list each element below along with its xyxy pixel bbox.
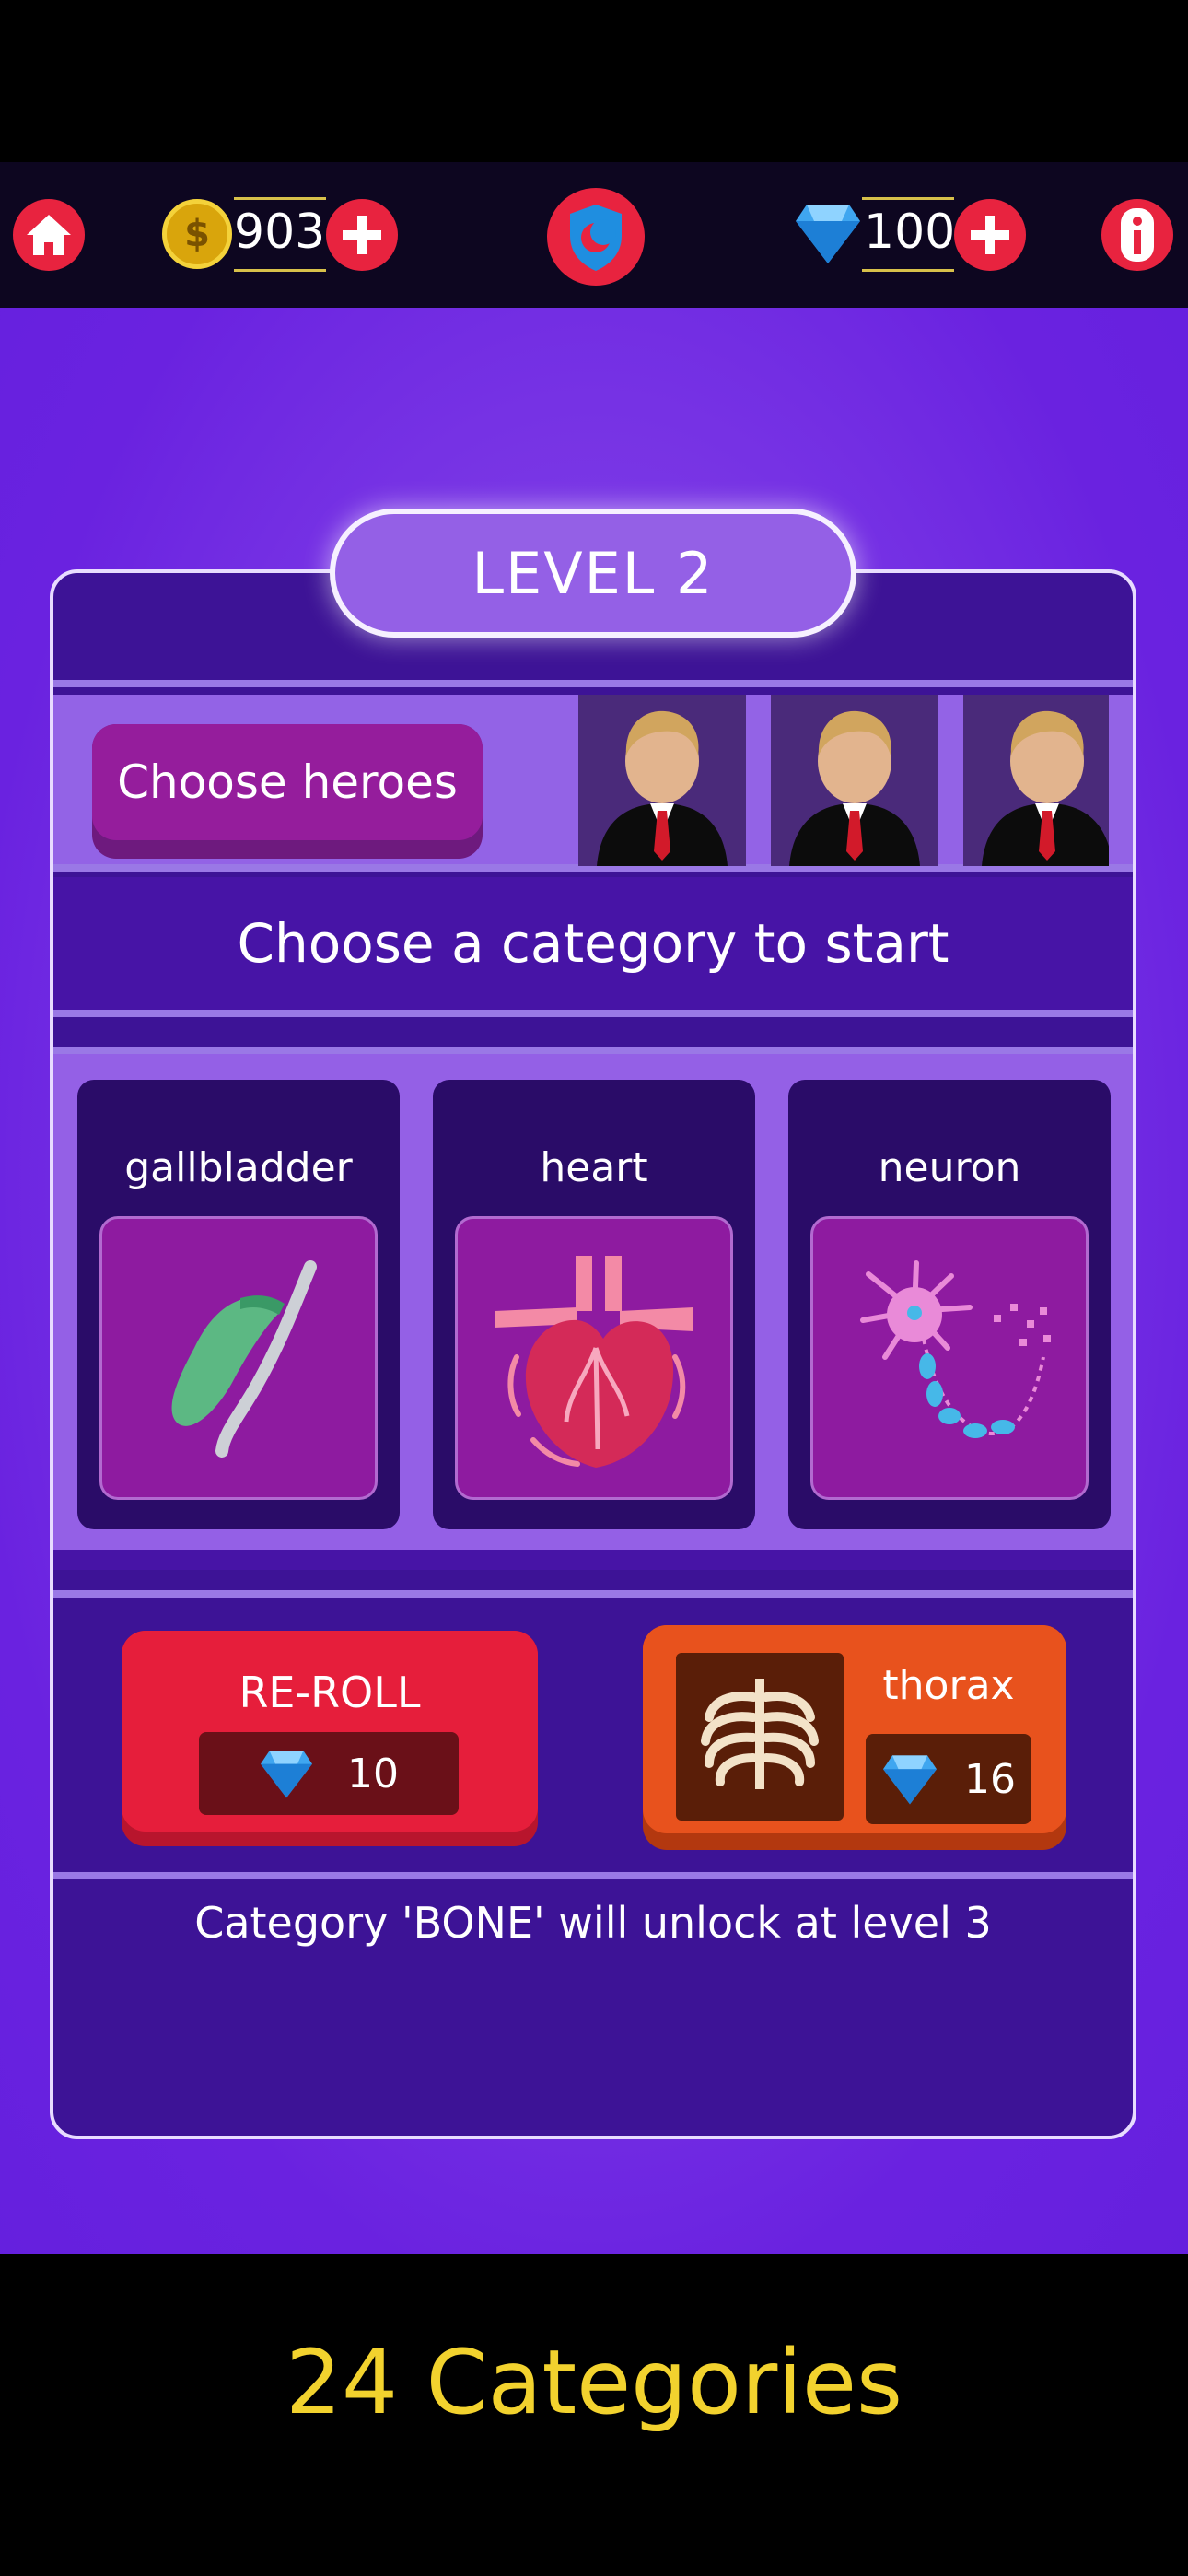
shield-button[interactable] — [547, 188, 645, 286]
info-icon — [1121, 208, 1154, 262]
businessman-avatar-icon — [982, 710, 1109, 866]
hero-slot[interactable] — [578, 695, 746, 866]
divider — [53, 1872, 1133, 1879]
thorax-cost: 16 — [964, 1755, 1016, 1803]
add-gems-button[interactable] — [954, 199, 1026, 271]
info-button[interactable] — [1101, 199, 1173, 271]
reroll-label: RE-ROLL — [239, 1668, 421, 1717]
choose-heroes-button[interactable]: Choose heroes — [92, 724, 483, 859]
level-title: LEVEL 2 — [330, 509, 856, 638]
add-coins-button[interactable] — [326, 199, 398, 271]
bonus-category-thorax-button[interactable]: thorax 16 — [643, 1625, 1066, 1850]
thorax-price: 16 — [866, 1734, 1031, 1824]
heart-organ-icon — [495, 1256, 693, 1468]
category-name: neuron — [878, 1144, 1021, 1191]
hero-slot[interactable] — [771, 695, 938, 866]
category-image — [810, 1216, 1089, 1500]
category-name: gallbladder — [124, 1144, 353, 1191]
hero-slot[interactable] — [963, 695, 1109, 866]
businessman-avatar-icon — [597, 710, 728, 866]
gem-icon — [883, 1755, 937, 1805]
divider — [53, 1047, 1133, 1054]
divider — [53, 1550, 1133, 1570]
reroll-face: RE-ROLL 10 — [122, 1631, 538, 1832]
footer-caption: 24 Categories — [285, 2331, 903, 2434]
shield-moon-icon — [570, 205, 622, 271]
reroll-cost: 10 — [347, 1750, 399, 1797]
category-card-neuron[interactable]: neuron — [788, 1080, 1111, 1529]
coin-count: 903 — [234, 205, 326, 260]
divider — [53, 1010, 1133, 1017]
thorax-image — [676, 1653, 844, 1821]
ribcage-icon — [701, 1679, 819, 1789]
category-prompt: Choose a category to start — [53, 877, 1133, 1010]
divider — [53, 1590, 1133, 1598]
gem-underline-top — [862, 197, 954, 200]
coin-icon: $ — [162, 199, 232, 269]
gem-icon — [794, 201, 862, 269]
thorax-label: thorax — [882, 1662, 1015, 1709]
unlock-message: Category 'BONE' will unlock at level 3 — [194, 1898, 992, 1948]
divider — [53, 680, 1133, 687]
neuron-icon — [860, 1260, 1051, 1438]
reroll-button[interactable]: RE-ROLL 10 — [122, 1631, 538, 1846]
businessman-avatar-icon — [789, 710, 920, 866]
category-card-heart[interactable]: heart — [433, 1080, 755, 1529]
home-button[interactable] — [13, 199, 85, 271]
coin-underline-bottom — [234, 269, 326, 272]
coin-underline-top — [234, 197, 326, 200]
category-card-gallbladder[interactable]: gallbladder — [77, 1080, 400, 1529]
category-image — [99, 1216, 378, 1500]
gem-icon — [261, 1751, 312, 1798]
gem-underline-bottom — [862, 269, 954, 272]
gem-count: 100 — [864, 205, 956, 260]
category-name: heart — [540, 1144, 648, 1191]
home-icon — [27, 215, 71, 255]
coin-symbol: $ — [184, 213, 210, 255]
plus-icon — [971, 216, 1009, 254]
choose-heroes-label: Choose heroes — [92, 724, 483, 840]
reroll-price: 10 — [199, 1732, 459, 1815]
gallbladder-icon — [171, 1260, 317, 1458]
thorax-face: thorax 16 — [643, 1625, 1066, 1833]
plus-icon — [343, 216, 381, 254]
category-image — [455, 1216, 733, 1500]
